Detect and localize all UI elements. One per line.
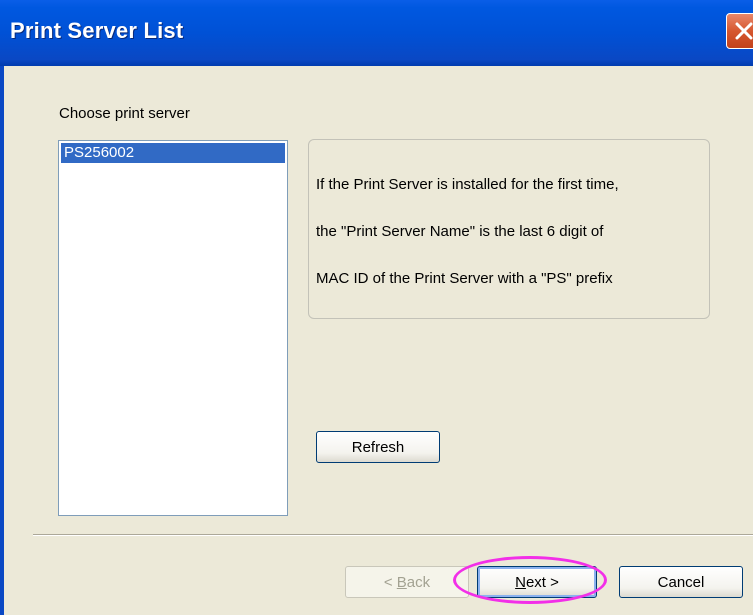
next-button[interactable]: Next > (477, 566, 597, 598)
next-label: ext > (525, 573, 559, 591)
next-mnemonic: N (515, 573, 526, 591)
back-prefix: < (383, 573, 397, 591)
info-text-line-1: If the Print Server is installed for the… (316, 176, 619, 193)
info-text-line-3: MAC ID of the Print Server with a "PS" p… (316, 270, 613, 287)
close-icon (735, 22, 753, 40)
print-server-listbox[interactable]: PS256002 (58, 140, 288, 516)
back-mnemonic: B (396, 573, 407, 591)
back-button[interactable]: < Back (345, 566, 469, 598)
info-text-line-2: the "Print Server Name" is the last 6 di… (316, 223, 604, 240)
back-label: ack (406, 573, 431, 591)
title-bar[interactable]: Print Server List (0, 0, 753, 66)
window-border (0, 66, 4, 615)
refresh-button[interactable]: Refresh (316, 431, 440, 463)
close-button[interactable] (726, 13, 753, 49)
window-title: Print Server List (10, 18, 184, 43)
list-item[interactable]: PS256002 (61, 143, 285, 163)
separator (33, 534, 753, 536)
cancel-button[interactable]: Cancel (619, 566, 743, 598)
print-server-list-dialog: Print Server List Choose print server PS… (0, 0, 753, 615)
choose-print-server-label: Choose print server (59, 105, 190, 122)
